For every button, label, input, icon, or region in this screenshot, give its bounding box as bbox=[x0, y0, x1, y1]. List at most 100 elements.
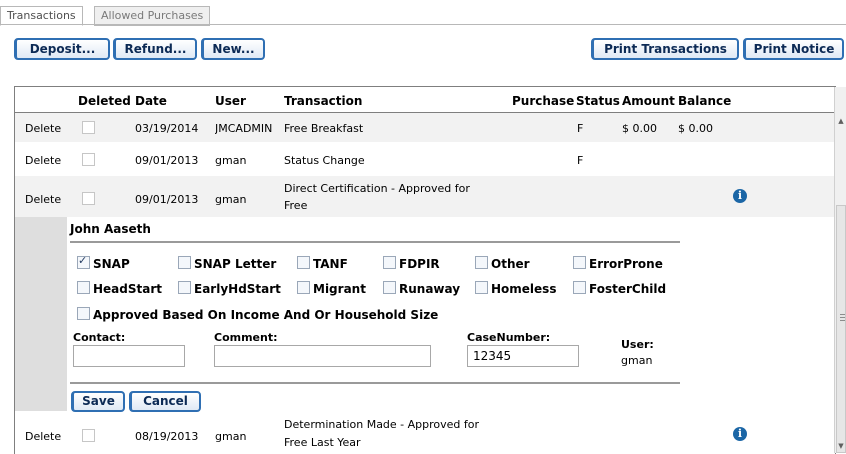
checkbox-box[interactable] bbox=[297, 281, 310, 294]
row-transaction: Free Breakfast bbox=[284, 122, 364, 135]
snap-letter-checkbox[interactable]: SNAP Letter bbox=[178, 256, 276, 271]
table-row: Delete 03/19/2014 JMCADMIN Free Breakfas… bbox=[15, 113, 835, 142]
grid-header: Deleted Date User Transaction Purchase S… bbox=[15, 87, 835, 113]
row-date: 09/01/2013 bbox=[135, 193, 199, 206]
delete-link[interactable]: Delete bbox=[25, 193, 61, 206]
homeless-label: Homeless bbox=[491, 282, 557, 296]
checkbox-box[interactable] bbox=[77, 281, 90, 294]
snap-checkbox[interactable]: SNAP bbox=[77, 254, 130, 271]
save-button[interactable]: Save bbox=[71, 391, 125, 412]
deleted-checkbox[interactable] bbox=[82, 121, 95, 134]
row-user: JMCADMIN bbox=[215, 122, 273, 135]
contact-field[interactable] bbox=[73, 345, 185, 367]
checkbox-box[interactable] bbox=[475, 281, 488, 294]
delete-link[interactable]: Delete bbox=[25, 122, 61, 135]
grip-line bbox=[840, 320, 845, 321]
scrollbar-thumb[interactable] bbox=[836, 205, 846, 453]
delete-link[interactable]: Delete bbox=[25, 430, 61, 443]
comment-field[interactable] bbox=[214, 345, 431, 367]
info-icon[interactable]: i bbox=[733, 189, 747, 203]
row-date: 08/19/2013 bbox=[135, 430, 199, 443]
refund-button[interactable]: Refund... bbox=[113, 38, 197, 60]
headstart-checkbox[interactable]: HeadStart bbox=[77, 281, 162, 296]
checkbox-box[interactable] bbox=[77, 254, 90, 269]
table-row: Delete 09/01/2013 gman Direct Certificat… bbox=[15, 176, 835, 217]
comment-label: Comment: bbox=[214, 331, 278, 344]
checkbox-box[interactable] bbox=[178, 281, 191, 294]
error-prone-checkbox[interactable]: ErrorProne bbox=[573, 256, 663, 271]
deleted-checkbox[interactable] bbox=[82, 153, 95, 166]
snap-label: SNAP bbox=[93, 257, 130, 271]
case-number-label: CaseNumber: bbox=[467, 331, 551, 344]
deleted-checkbox[interactable] bbox=[82, 429, 95, 442]
tab-divider bbox=[0, 24, 846, 25]
header-date[interactable]: Date bbox=[135, 94, 185, 108]
row-transaction: Status Change bbox=[284, 154, 365, 167]
delete-link[interactable]: Delete bbox=[25, 154, 61, 167]
vertical-scrollbar[interactable]: ▲ ▼ bbox=[834, 87, 846, 453]
checkbox-box[interactable] bbox=[475, 256, 488, 269]
transactions-grid: Deleted Date User Transaction Purchase S… bbox=[14, 86, 836, 454]
tab-allowed-purchases[interactable]: Allowed Purchases bbox=[94, 6, 211, 26]
cancel-button[interactable]: Cancel bbox=[129, 391, 201, 412]
checkbox-box[interactable] bbox=[77, 307, 90, 320]
info-icon[interactable]: i bbox=[733, 427, 747, 441]
row-status: F bbox=[577, 122, 584, 135]
row-balance: $ 0.00 bbox=[678, 122, 713, 135]
header-user[interactable]: User bbox=[215, 94, 275, 108]
detail-gutter bbox=[15, 217, 67, 411]
migrant-checkbox[interactable]: Migrant bbox=[297, 281, 366, 296]
other-checkbox[interactable]: Other bbox=[475, 256, 530, 271]
scroll-up-icon[interactable]: ▲ bbox=[835, 115, 846, 127]
income-household-label: Approved Based On Income And Or Househol… bbox=[93, 308, 439, 322]
print-transactions-button[interactable]: Print Transactions bbox=[591, 38, 739, 60]
row-transaction-line2: Free Last Year bbox=[284, 436, 361, 449]
checkbox-box[interactable] bbox=[573, 256, 586, 269]
user-value: gman bbox=[621, 354, 653, 367]
row-date: 09/01/2013 bbox=[135, 154, 199, 167]
row-status: F bbox=[577, 154, 584, 167]
checkbox-box[interactable] bbox=[297, 256, 310, 269]
row-amount: $ 0.00 bbox=[622, 122, 657, 135]
income-household-checkbox[interactable]: Approved Based On Income And Or Househol… bbox=[77, 307, 438, 322]
runaway-label: Runaway bbox=[399, 282, 461, 296]
deleted-checkbox[interactable] bbox=[82, 192, 95, 205]
foster-child-checkbox[interactable]: FosterChild bbox=[573, 281, 666, 296]
table-row: Delete 09/01/2013 gman Status Change F bbox=[15, 142, 835, 176]
header-deleted[interactable]: Deleted bbox=[78, 94, 133, 108]
grip-line bbox=[840, 314, 845, 315]
checkbox-box[interactable] bbox=[383, 281, 396, 294]
snap-letter-label: SNAP Letter bbox=[194, 257, 277, 271]
scroll-down-icon[interactable]: ▼ bbox=[835, 440, 846, 452]
tab-bar: Transactions Allowed Purchases bbox=[0, 0, 846, 27]
header-balance[interactable]: Balance bbox=[678, 94, 738, 108]
tab-transactions[interactable]: Transactions bbox=[0, 6, 83, 26]
fdpir-label: FDPIR bbox=[399, 257, 440, 271]
homeless-checkbox[interactable]: Homeless bbox=[475, 281, 556, 296]
row-transaction-line1: Determination Made - Approved for bbox=[284, 418, 480, 431]
checkbox-box[interactable] bbox=[383, 256, 396, 269]
tanf-checkbox[interactable]: TANF bbox=[297, 256, 348, 271]
header-transaction[interactable]: Transaction bbox=[284, 94, 484, 108]
tanf-label: TANF bbox=[313, 257, 348, 271]
contact-label: Contact: bbox=[73, 331, 126, 344]
row-user: gman bbox=[215, 154, 247, 167]
case-number-field[interactable]: 12345 bbox=[467, 345, 579, 367]
header-amount[interactable]: Amount bbox=[622, 94, 677, 108]
runaway-checkbox[interactable]: Runaway bbox=[383, 281, 460, 296]
fdpir-checkbox[interactable]: FDPIR bbox=[383, 256, 440, 271]
headstart-label: HeadStart bbox=[93, 282, 162, 296]
print-notice-button[interactable]: Print Notice bbox=[743, 38, 844, 60]
checkbox-box[interactable] bbox=[178, 256, 191, 269]
deposit-button[interactable]: Deposit... bbox=[14, 38, 110, 60]
header-status[interactable]: Status bbox=[576, 94, 621, 108]
early-hd-start-checkbox[interactable]: EarlyHdStart bbox=[178, 281, 281, 296]
certification-detail-panel: John Aaseth SNAP SNAP Letter TANF FDPIR … bbox=[67, 217, 835, 412]
header-purchase[interactable]: Purchase bbox=[512, 94, 574, 108]
checkbox-box[interactable] bbox=[573, 281, 586, 294]
new-button[interactable]: New... bbox=[201, 38, 265, 60]
row-transaction-line2: Free bbox=[284, 199, 308, 212]
student-name: John Aaseth bbox=[70, 222, 151, 236]
row-date: 03/19/2014 bbox=[135, 122, 199, 135]
early-hd-start-label: EarlyHdStart bbox=[194, 282, 281, 296]
